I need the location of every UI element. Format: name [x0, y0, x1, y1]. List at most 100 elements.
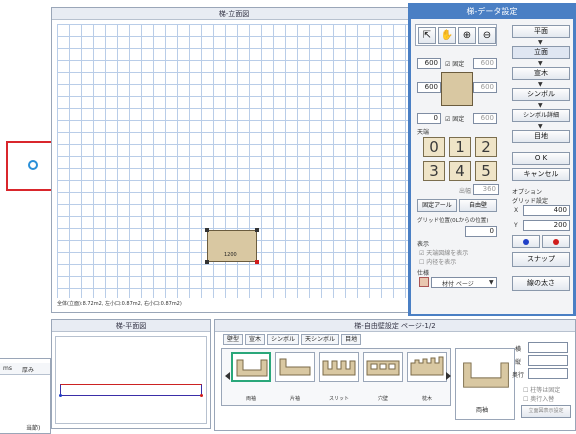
joint-label: 仕様: [417, 270, 430, 277]
tile-slit[interactable]: [319, 352, 359, 382]
tile-sleeper[interactable]: [407, 352, 447, 382]
depth-label: 奥行: [512, 372, 525, 379]
fixed-label: 固定: [452, 116, 465, 123]
joint-button[interactable]: 目地: [512, 130, 570, 143]
height-field[interactable]: [528, 355, 568, 366]
cancel-button[interactable]: キャンセル: [512, 168, 570, 181]
panel-handle-icon[interactable]: [205, 228, 209, 232]
panel-handle-icon[interactable]: [255, 228, 259, 232]
arrow-down-icon: ▼: [538, 39, 543, 46]
tab-symbol[interactable]: シンボル: [267, 334, 300, 345]
digit-1-button[interactable]: 1: [449, 137, 471, 157]
scroll-right-icon[interactable]: [446, 372, 451, 380]
dim-top-right-field[interactable]: 600: [473, 58, 497, 69]
dim-top-field[interactable]: 600: [417, 58, 441, 69]
wall-preview-box: [441, 72, 473, 106]
width-out-label: 出幅: [459, 188, 472, 195]
digit-2-button[interactable]: 2: [475, 137, 497, 157]
plan-button[interactable]: 平面: [512, 25, 570, 38]
digit-4-button[interactable]: 4: [449, 161, 471, 181]
elevation-title: 梯-立面図: [52, 8, 416, 20]
grid-pos-field[interactable]: 0: [465, 226, 497, 237]
dim-mid-right-field[interactable]: 600: [473, 82, 497, 93]
tab-top-symbol[interactable]: 天シンボル: [301, 334, 340, 345]
plan-canvas[interactable]: [55, 336, 207, 424]
snap-button[interactable]: スナップ: [512, 252, 570, 267]
symbol-button[interactable]: シンボル: [512, 88, 570, 101]
height-section-label: 天端: [417, 129, 430, 136]
red-dot-button[interactable]: [542, 235, 570, 248]
digit-5-button[interactable]: 5: [475, 161, 497, 181]
symbol-detail-button[interactable]: シンボル詳細: [512, 109, 570, 122]
tab-post[interactable]: 宣木: [245, 334, 266, 345]
panel-handle-icon[interactable]: [205, 260, 209, 264]
fixed-check-bottom[interactable]: ☑ 固定: [445, 114, 464, 123]
dim-mid-field[interactable]: 600: [417, 82, 441, 93]
tab-joint[interactable]: 目地: [341, 334, 362, 345]
red-dot-icon: [553, 239, 559, 245]
depth-field[interactable]: [528, 368, 568, 379]
display-opt-inner-label: 内径を表示: [426, 259, 457, 266]
elevation-button[interactable]: 立面: [512, 46, 570, 59]
hand-pan-icon[interactable]: ✋: [438, 27, 456, 44]
display-opt-inner[interactable]: ☐ 内径を表示: [419, 257, 456, 266]
fixed-check-top[interactable]: ☑ 固定: [445, 59, 464, 68]
plan-wall-shape[interactable]: [60, 384, 202, 396]
chevron-down-icon[interactable]: ▼: [489, 279, 494, 286]
grid-y-field[interactable]: 200: [523, 220, 570, 231]
blue-dot-icon: [523, 239, 529, 245]
arrow-down-icon: ▼: [538, 81, 543, 88]
tile-label: 枕木: [421, 396, 432, 402]
line-width-button[interactable]: 線の太さ: [512, 276, 570, 291]
plan-title: 梯-平面図: [52, 320, 210, 332]
post-button[interactable]: 宣木: [512, 67, 570, 80]
zoom-in-icon[interactable]: ⊕: [458, 27, 476, 44]
plan-window: 梯-平面図: [51, 319, 211, 429]
x-label: X: [514, 207, 519, 214]
display-opt-top[interactable]: ☑ 天端図線を表示: [419, 248, 468, 257]
width-out-field[interactable]: 360: [473, 184, 499, 195]
check-fix[interactable]: ☐ 柱等は固定: [523, 385, 560, 394]
dim-bottom-right-field[interactable]: 600: [473, 113, 497, 124]
apply-elevation-button[interactable]: 立面図表示設定: [521, 405, 571, 418]
tile-label: スリット: [328, 396, 349, 402]
zoom-out-icon[interactable]: ⊖: [478, 27, 496, 44]
width-field[interactable]: [528, 342, 568, 353]
dim-bottom-field[interactable]: 0: [417, 113, 441, 124]
joint-select[interactable]: 材付 ページ ▼: [431, 277, 497, 288]
digit-3-button[interactable]: 3: [423, 161, 445, 181]
free-wall-button[interactable]: 自由壁: [459, 199, 497, 212]
tile-label: 片袖: [289, 396, 300, 402]
tile-one-sleeve[interactable]: [275, 352, 315, 382]
wall-panel[interactable]: 1200: [207, 230, 257, 262]
scroll-left-icon[interactable]: [225, 372, 230, 380]
data-settings-window: 梯-データ設定 ⇱ ✋ ⊕ ⊖ 600 ☑ 固定 600 600 600 0 ☑…: [408, 3, 576, 316]
tools-row: ⇱ ✋ ⊕ ⊖: [415, 24, 497, 46]
grid-pos-label: グリッド位置(0Lからの位置): [417, 218, 489, 224]
preview-wall-icon: [463, 362, 509, 388]
elevation-canvas[interactable]: 1200: [57, 24, 413, 298]
plan-dot-icon: [59, 394, 62, 397]
digit-0-button[interactable]: 0: [423, 137, 445, 157]
check-depth-label: 奥行入替: [530, 396, 555, 403]
stub-label-bottom: 当節): [26, 425, 41, 432]
ok-button[interactable]: O K: [512, 152, 570, 165]
tile-both-sleeves[interactable]: [231, 352, 271, 382]
data-settings-title: 梯-データ設定: [466, 7, 518, 16]
y-label: Y: [514, 222, 518, 229]
blue-dot-button[interactable]: [512, 235, 540, 248]
area-status: 全体(立面):8.72m2, 左小口:0.87m2, 右小口:0.87m2): [57, 301, 182, 307]
data-settings-body: ⇱ ✋ ⊕ ⊖ 600 ☑ 固定 600 600 600 0 ☑ 固定 600 …: [411, 19, 573, 314]
wall-type-tabs: 壁型 宣木 シンボル 天シンボル 目地: [223, 334, 363, 345]
circle-marker-icon: [28, 160, 38, 170]
tab-wall-type[interactable]: 壁型: [223, 334, 244, 345]
grid-x-field[interactable]: 400: [523, 205, 570, 216]
panel-handle-icon[interactable]: [255, 260, 259, 264]
check-depth[interactable]: ☐ 奥行入替: [523, 394, 554, 403]
joint-select-value: 材付 ページ: [442, 281, 474, 288]
arrow-down-icon: ▼: [538, 102, 543, 109]
fixed-arc-button[interactable]: 固定アール: [417, 199, 457, 212]
tile-hole-wall[interactable]: [363, 352, 403, 382]
select-arrow-icon[interactable]: ⇱: [418, 27, 436, 44]
elevation-window: 梯-立面図 1200 全体(立面):8.72m2, 左小口:0.87m2, 右小…: [51, 7, 417, 313]
